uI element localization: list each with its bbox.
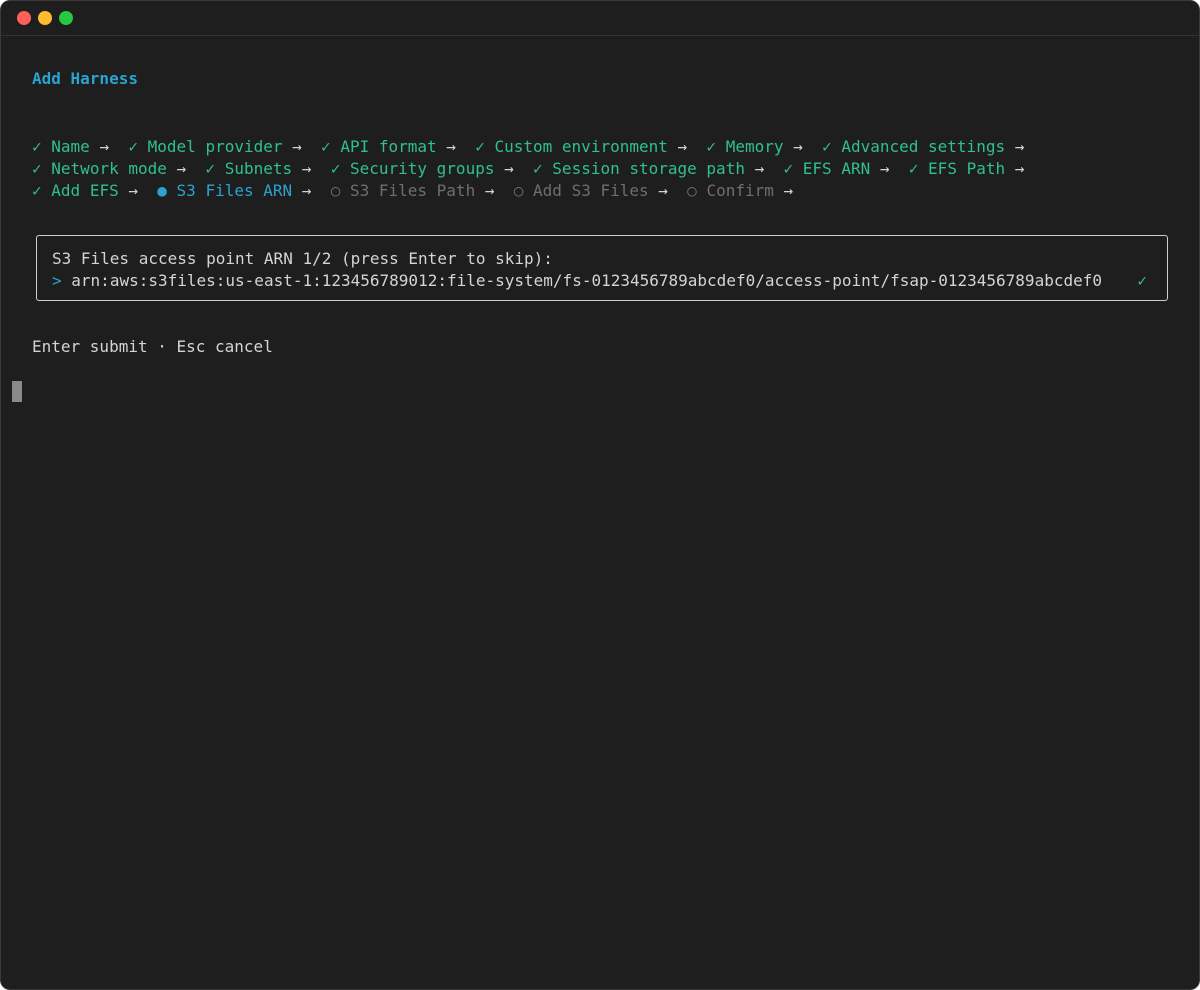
check-icon: ✓: [783, 159, 794, 178]
wizard-step-advanced-settings: ✓ Advanced settings: [822, 137, 1005, 156]
wizard-step-label: Add S3 Files: [533, 181, 649, 200]
step-separator-arrow-icon: →: [793, 137, 803, 156]
wizard-step-label: Add EFS: [51, 181, 119, 200]
check-icon: ✓: [706, 137, 717, 156]
wizard-steps-line-2: ✓ Network mode → ✓ Subnets → ✓ Security …: [32, 158, 1044, 180]
terminal-cursor: [12, 381, 22, 402]
pending-circle-icon: ○: [330, 181, 341, 200]
prompt-caret-icon: >: [52, 271, 62, 290]
arn-input-value[interactable]: arn:aws:s3files:us-east-1:123456789012:f…: [71, 271, 1102, 290]
wizard-step-security-groups: ✓ Security groups: [331, 159, 495, 178]
pending-circle-icon: ○: [687, 181, 697, 200]
title-bar: [1, 1, 1199, 36]
check-icon: ✓: [128, 137, 138, 156]
terminal-window: Add Harness ✓ Name → ✓ Model provider → …: [0, 0, 1200, 990]
step-separator-arrow-icon: →: [754, 159, 765, 178]
step-separator-arrow-icon: →: [301, 159, 312, 178]
wizard-steps-line-3: ✓ Add EFS → ● S3 Files ARN → ○ S3 Files …: [32, 180, 812, 202]
zoom-window-button[interactable]: [59, 11, 73, 25]
step-separator-arrow-icon: →: [99, 137, 110, 156]
arn-input-field[interactable]: > arn:aws:s3files:us-east-1:123456789012…: [52, 270, 1102, 292]
wizard-step-s3-files-path: ○ S3 Files Path: [331, 181, 476, 200]
wizard-step-confirm: ○ Confirm: [687, 181, 774, 200]
wizard-step-label: Memory: [725, 137, 784, 156]
wizard-step-add-efs: ✓ Add EFS: [32, 181, 119, 200]
wizard-step-label: S3 Files Path: [349, 181, 476, 200]
minimize-window-button[interactable]: [38, 11, 52, 25]
step-separator-arrow-icon: →: [504, 159, 514, 178]
step-separator-arrow-icon: →: [301, 181, 312, 200]
step-separator-arrow-icon: →: [879, 159, 890, 178]
check-icon: ✓: [475, 137, 485, 156]
check-icon: ✓: [321, 137, 331, 156]
step-separator-arrow-icon: →: [1014, 159, 1025, 178]
check-icon: ✓: [32, 181, 42, 200]
step-separator-arrow-icon: →: [677, 137, 688, 156]
step-separator-arrow-icon: →: [446, 137, 456, 156]
wizard-step-label: Network mode: [51, 159, 167, 178]
step-separator-arrow-icon: →: [176, 159, 187, 178]
wizard-step-efs-path: ✓ EFS Path: [909, 159, 1005, 178]
wizard-step-add-s3-files: ○ Add S3 Files: [514, 181, 649, 200]
step-separator-arrow-icon: →: [1014, 137, 1025, 156]
step-separator-arrow-icon: →: [128, 181, 138, 200]
step-separator-arrow-icon: →: [292, 137, 302, 156]
check-icon: ✓: [330, 159, 341, 178]
wizard-steps-line-1: ✓ Name → ✓ Model provider → ✓ API format…: [32, 136, 1044, 158]
wizard-step-label: Confirm: [706, 181, 774, 200]
wizard-step-s3-files-arn: ● S3 Files ARN: [157, 181, 292, 200]
wizard-step-label: S3 Files ARN: [176, 181, 293, 200]
wizard-step-efs-arn: ✓ EFS ARN: [784, 159, 871, 178]
wizard-step-name: ✓ Name: [32, 137, 90, 156]
step-separator-arrow-icon: →: [658, 181, 668, 200]
check-icon: ✓: [32, 137, 42, 156]
wizard-step-label: Subnets: [224, 159, 293, 178]
pending-circle-icon: ○: [513, 181, 524, 200]
check-icon: ✓: [908, 159, 919, 178]
check-icon: ✓: [32, 159, 42, 178]
wizard-step-label: Session storage path: [552, 159, 745, 178]
wizard-step-custom-environment: ✓ Custom environment: [475, 137, 668, 156]
arn-input-box[interactable]: S3 Files access point ARN 1/2 (press Ent…: [36, 235, 1168, 301]
step-separator-arrow-icon: →: [783, 181, 794, 200]
wizard-step-memory: ✓ Memory: [706, 137, 783, 156]
wizard-step-label: Advanced settings: [841, 137, 1006, 156]
wizard-step-label: Security groups: [349, 159, 495, 178]
wizard-step-label: Model provider: [147, 137, 283, 156]
check-icon: ✓: [822, 137, 832, 156]
wizard-step-api-format: ✓ API format: [321, 137, 437, 156]
current-dot-icon: ●: [157, 181, 167, 200]
wizard-step-subnets: ✓ Subnets: [205, 159, 292, 178]
wizard-step-session-storage-path: ✓ Session storage path: [533, 159, 745, 178]
wizard-step-label: Name: [51, 137, 90, 156]
check-icon: ✓: [533, 159, 543, 178]
wizard-step-label: API format: [340, 137, 437, 156]
wizard-step-label: Custom environment: [494, 137, 668, 156]
input-prompt-label: S3 Files access point ARN 1/2 (press Ent…: [52, 249, 553, 268]
close-window-button[interactable]: [17, 11, 31, 25]
page-title: Add Harness: [32, 69, 138, 88]
valid-check-icon: ✓: [1137, 271, 1147, 290]
step-separator-arrow-icon: →: [484, 181, 495, 200]
wizard-step-model-provider: ✓ Model provider: [128, 137, 282, 156]
keyboard-hint: Enter submit · Esc cancel: [32, 337, 273, 356]
wizard-step-label: EFS ARN: [802, 159, 871, 178]
wizard-step-network-mode: ✓ Network mode: [32, 159, 167, 178]
wizard-step-label: EFS Path: [928, 159, 1006, 178]
check-icon: ✓: [205, 159, 216, 178]
